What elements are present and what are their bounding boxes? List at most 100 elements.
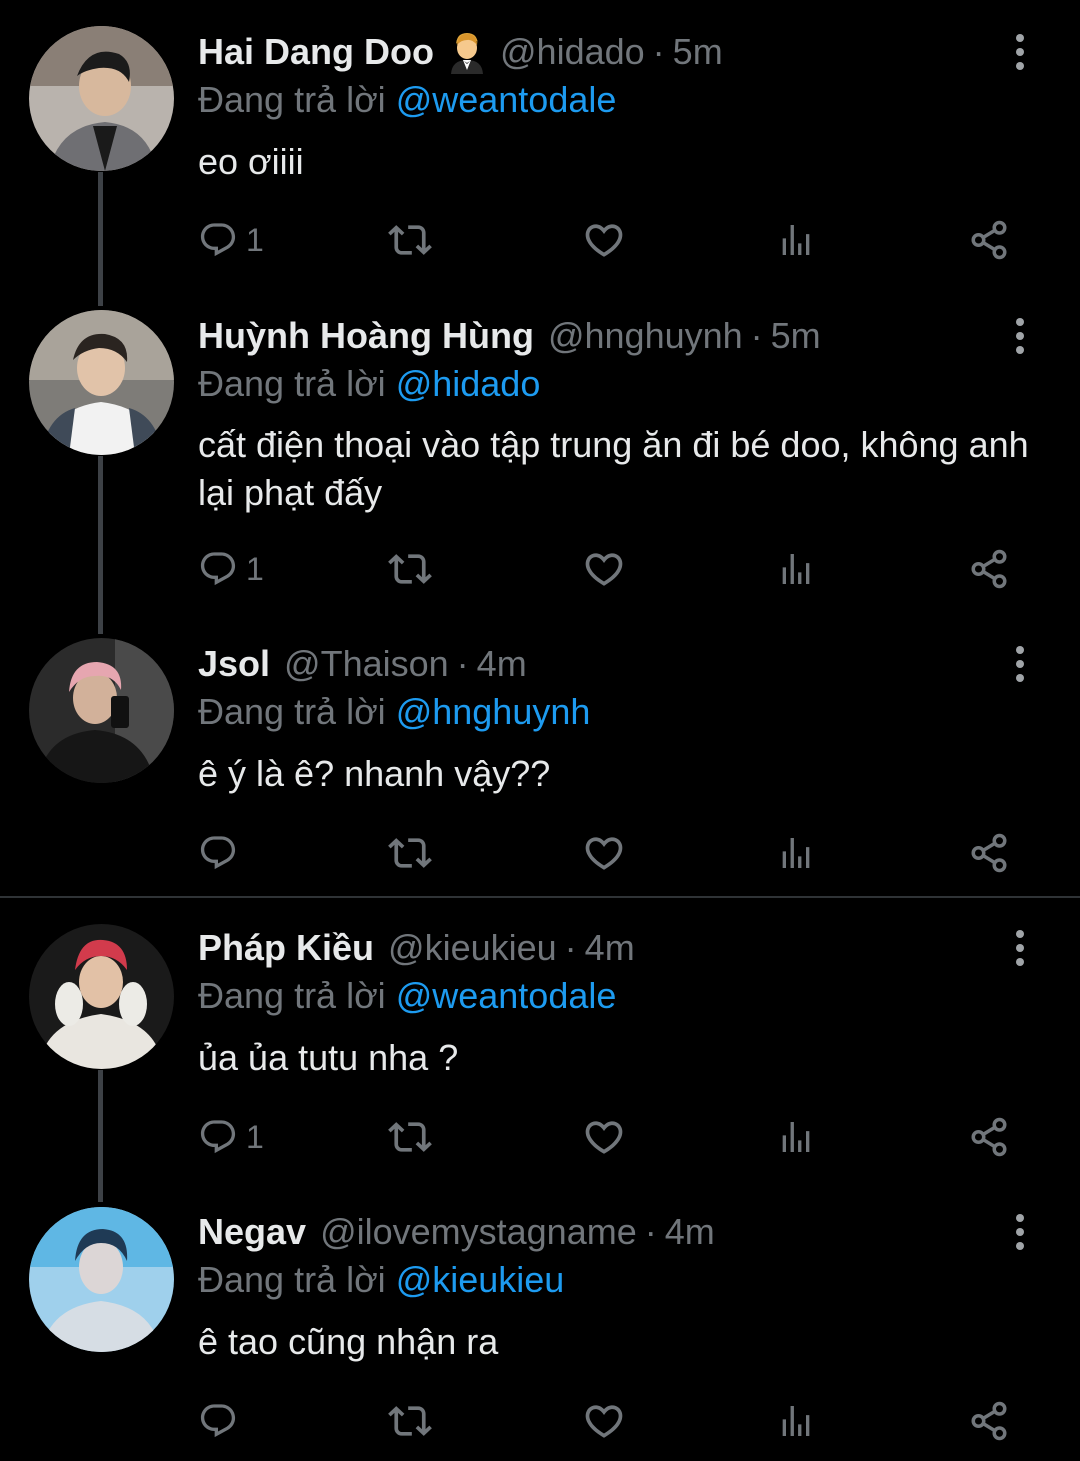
replying-to-label: Đang trả lời [198,79,386,120]
views-button[interactable] [776,215,816,265]
separator-dot: · [564,927,577,968]
avatar[interactable] [29,26,174,171]
bar-chart-icon [776,549,816,589]
avatar[interactable] [29,1207,174,1352]
share-nodes-icon [968,832,1010,874]
user-handle[interactable]: @kieukieu [388,923,557,973]
display-name[interactable]: Jsol [198,639,270,689]
separator-dot: · [652,31,665,72]
share-nodes-icon [968,1116,1010,1158]
thread-line [98,1070,103,1202]
share-button[interactable] [968,1112,1010,1162]
separator-dot: · [644,1211,657,1252]
separator-dot: · [750,315,763,356]
speech-bubble-icon [198,220,238,260]
reply-count: 1 [246,550,264,587]
tweet-text: ê ý là ê? nhanh vậy?? [198,753,551,794]
user-handle[interactable]: @Thaison [284,639,449,689]
more-options-icon[interactable] [1008,644,1032,684]
avatar[interactable] [29,310,174,455]
speech-bubble-icon [198,1117,238,1157]
display-name[interactable]: Pháp Kiều [198,923,374,973]
bar-chart-icon [776,1117,816,1157]
thread-line [98,456,103,634]
bar-chart-icon [776,833,816,873]
mention-link[interactable]: @hnghuynh [396,691,591,732]
share-nodes-icon [968,219,1010,261]
more-options-icon[interactable] [1008,928,1032,968]
bar-chart-icon [776,220,816,260]
tweet-text: ê tao cũng nhận ra [198,1321,499,1362]
reply-button[interactable]: 1 [198,1112,264,1162]
share-button[interactable] [968,544,1010,594]
like-button[interactable] [582,828,626,878]
views-button[interactable] [776,544,816,594]
like-button[interactable] [582,1396,626,1446]
share-button[interactable] [968,1396,1010,1446]
timestamp[interactable]: 4m [665,1207,715,1257]
heart-icon [582,831,626,875]
timestamp[interactable]: 4m [477,639,527,689]
user-handle[interactable]: @hnghuynh [548,311,743,361]
mention-link[interactable]: @kieukieu [396,1259,565,1300]
more-options-icon[interactable] [1008,1212,1032,1252]
timestamp[interactable]: 5m [771,311,821,361]
conversation-divider [0,896,1080,898]
retweet-arrows-icon [388,547,432,591]
display-name[interactable]: Hai Dang Doo [198,27,434,77]
retweet-button[interactable] [388,544,432,594]
more-options-icon[interactable] [1008,316,1032,356]
speech-bubble-icon [198,1401,238,1441]
timestamp[interactable]: 5m [673,27,723,77]
mention-link[interactable]: @weantodale [396,975,617,1016]
timestamp[interactable]: 4m [585,923,635,973]
avatar[interactable] [29,924,174,1069]
replying-to-label: Đang trả lời [198,1259,386,1300]
retweet-arrows-icon [388,1399,432,1443]
replying-to-label: Đang trả lời [198,691,386,732]
retweet-button[interactable] [388,215,432,265]
retweet-button[interactable] [388,1396,432,1446]
like-button[interactable] [582,215,626,265]
heart-icon [582,218,626,262]
reply-button[interactable]: 1 [198,215,264,265]
views-button[interactable] [776,1112,816,1162]
avatar[interactable] [29,638,174,783]
retweet-button[interactable] [388,828,432,878]
reply-button[interactable] [198,1396,246,1446]
share-button[interactable] [968,828,1010,878]
tweet-text: cất điện thoại vào tập trung ăn đi bé do… [198,424,1029,513]
views-button[interactable] [776,828,816,878]
mention-link[interactable]: @hidado [396,363,541,404]
display-name[interactable]: Negav [198,1207,306,1257]
share-button[interactable] [968,215,1010,265]
display-name[interactable]: Huỳnh Hoàng Hùng [198,311,534,361]
more-options-icon[interactable] [1008,32,1032,72]
share-nodes-icon [968,1400,1010,1442]
user-handle[interactable]: @ilovemystagname [320,1207,637,1257]
bar-chart-icon [776,1401,816,1441]
retweet-arrows-icon [388,831,432,875]
speech-bubble-icon [198,549,238,589]
views-button[interactable] [776,1396,816,1446]
reply-button[interactable]: 1 [198,544,264,594]
heart-icon [582,1115,626,1159]
mention-link[interactable]: @weantodale [396,79,617,120]
like-button[interactable] [582,1112,626,1162]
heart-icon [582,1399,626,1443]
reply-count: 1 [246,1118,264,1155]
separator-dot: · [456,643,469,684]
replying-to-label: Đang trả lời [198,363,386,404]
user-handle[interactable]: @hidado [500,27,645,77]
heart-icon [582,547,626,591]
tweet-text: ủa ủa tutu nha ? [198,1037,459,1078]
replying-to-label: Đang trả lời [198,975,386,1016]
retweet-button[interactable] [388,1112,432,1162]
retweet-arrows-icon [388,218,432,262]
thread-line [98,172,103,306]
reply-button[interactable] [198,828,246,878]
like-button[interactable] [582,544,626,594]
person-in-tuxedo-emoji [448,30,486,74]
retweet-arrows-icon [388,1115,432,1159]
reply-count: 1 [246,221,264,258]
